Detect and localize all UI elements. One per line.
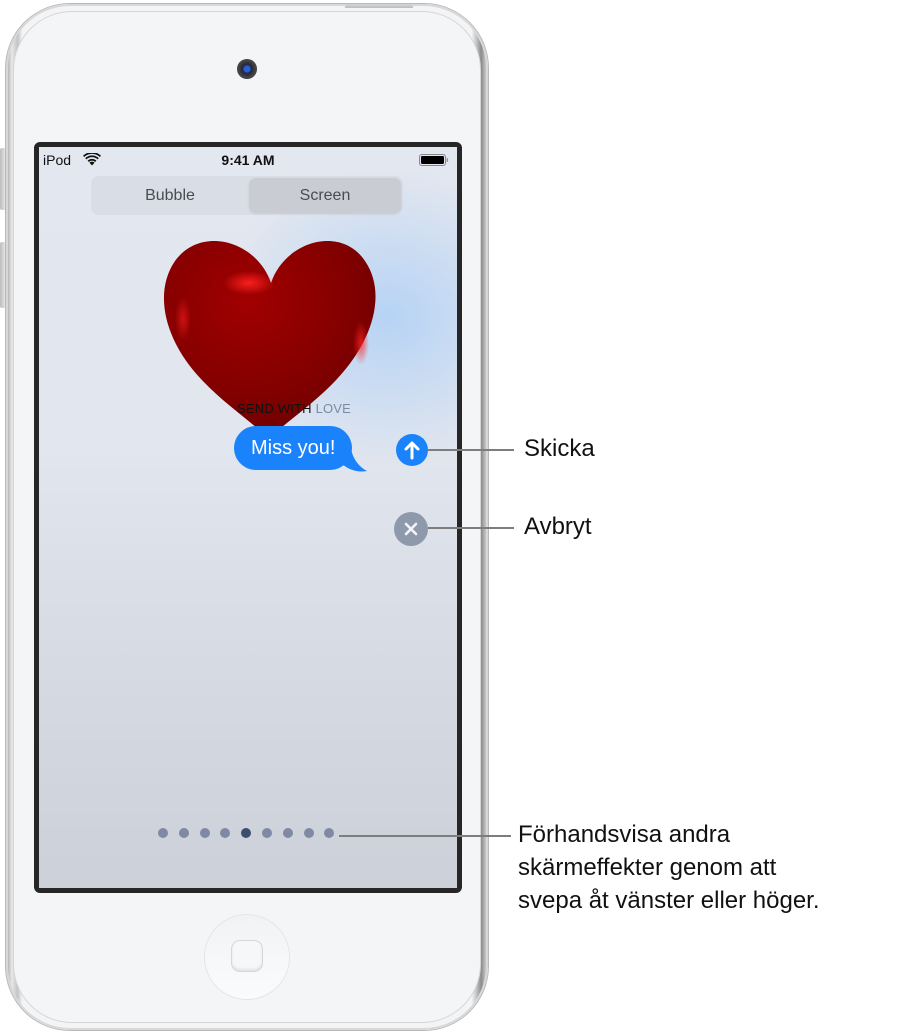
tab-screen[interactable]: Screen: [249, 178, 401, 213]
arrow-up-icon: [404, 441, 420, 460]
callout-cancel: Avbryt: [524, 513, 592, 540]
page-dot[interactable]: [199, 828, 210, 838]
callout-swipe: Förhandsvisa andra skärmeffekter genom a…: [518, 818, 820, 917]
cancel-button[interactable]: [394, 512, 428, 546]
page-dot[interactable]: [158, 828, 168, 838]
front-camera: [237, 59, 257, 79]
top-button: [345, 4, 413, 8]
tab-bubble[interactable]: Bubble: [93, 178, 247, 213]
message-bubble: Miss you!: [234, 426, 353, 470]
page-dot[interactable]: [220, 828, 231, 838]
page-dot[interactable]: [262, 828, 272, 838]
page-dot[interactable]: [241, 828, 252, 838]
callout-swipe-line-3: svepa åt vänster eller höger.: [518, 887, 820, 914]
close-icon: [404, 522, 418, 536]
screen: iPod 9:41 AM Bubble Screen SEND WITH LOV…: [39, 147, 457, 888]
home-button-square-icon: [232, 941, 262, 971]
effect-name-label: SEND WITH LOVE: [237, 401, 351, 416]
page-dot[interactable]: [282, 828, 293, 838]
home-button[interactable]: [205, 915, 289, 999]
effect-name-prefix: SEND WITH: [237, 401, 316, 416]
callout-swipe-line-2: skärmeffekter genom att: [518, 854, 777, 881]
page-dot[interactable]: [303, 828, 314, 838]
battery-icon: [419, 154, 449, 166]
callout-line-cancel: [428, 527, 514, 529]
callout-line-swipe: [339, 835, 511, 837]
callout-send: Skicka: [524, 435, 595, 462]
volume-down-button: [0, 242, 5, 308]
callout-line-send: [428, 449, 514, 451]
effect-type-segmented-control: Bubble Screen: [91, 176, 403, 215]
status-bar: iPod 9:41 AM: [39, 147, 457, 173]
send-button[interactable]: [396, 434, 428, 466]
page-dot[interactable]: [324, 828, 335, 838]
clock: 9:41 AM: [221, 152, 275, 168]
volume-up-button: [0, 148, 5, 210]
effect-name: LOVE: [315, 401, 352, 416]
callout-swipe-line-1: Förhandsvisa andra: [518, 821, 731, 848]
page-dot[interactable]: [178, 828, 189, 838]
